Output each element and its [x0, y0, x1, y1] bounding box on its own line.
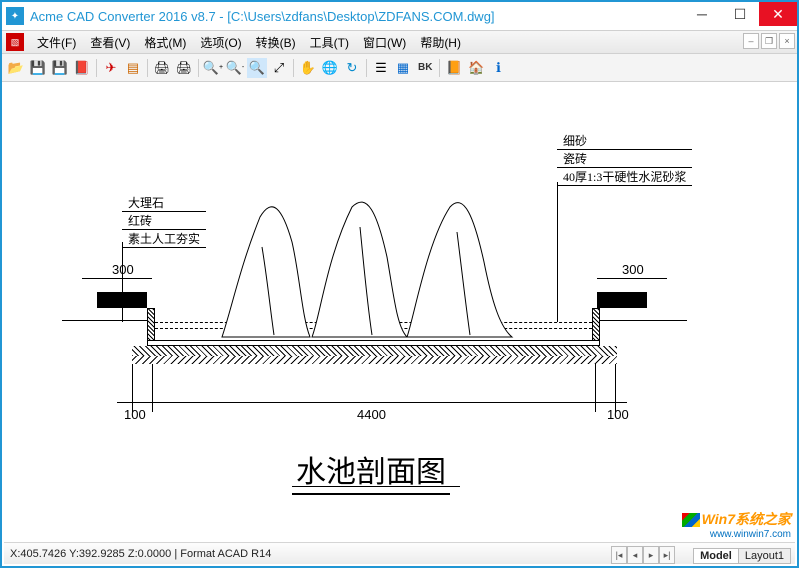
label-sutu: 素土人工夯实: [122, 230, 206, 248]
flag-icon: [682, 513, 700, 527]
zoom-in-icon[interactable]: 🔍+: [203, 58, 223, 78]
title-underline2: [292, 486, 460, 487]
dim-line-bottom: [117, 402, 627, 403]
label-block-left: 大理石 红砖 素土人工夯实: [122, 194, 206, 248]
label-mortar: 40厚1:3干硬性水泥砂浆: [557, 168, 692, 186]
separator: [147, 59, 148, 77]
rocks-icon: [202, 187, 542, 342]
label-hongzhuan: 红砖: [122, 212, 206, 230]
ext-line-3: [595, 364, 596, 412]
menu-view[interactable]: 查看(V): [83, 34, 137, 51]
nav-prev-button[interactable]: ◂: [627, 546, 643, 564]
label-block-right: 细砂 瓷砖 40厚1:3干硬性水泥砂浆: [557, 132, 692, 186]
info-icon[interactable]: ℹ: [488, 58, 508, 78]
grid-icon[interactable]: ▦: [393, 58, 413, 78]
dim-left-100: 100: [124, 407, 146, 422]
zoom-extents-icon[interactable]: ⤢: [269, 58, 289, 78]
bk-label[interactable]: BK: [415, 62, 435, 73]
dim-left-300: 300: [112, 262, 134, 277]
menu-convert[interactable]: 转换(B): [249, 34, 303, 51]
app-indicator-icon: ▧: [6, 33, 24, 51]
watermark-main: Win7系统之家: [702, 511, 791, 527]
watermark-sub: www.winwin7.com: [682, 529, 791, 540]
print-icon[interactable]: 🖨: [174, 58, 194, 78]
tab-model[interactable]: Model: [693, 548, 739, 564]
toolbar: 📂 💾 💾 📕 ✈ ▤ 🖨 🖨 🔍+ 🔍- 🔍 ⤢ ✋ 🌐 ↻ ☰ ▦ BK 📙…: [2, 54, 797, 82]
label-daili: 大理石: [122, 194, 206, 212]
separator: [96, 59, 97, 77]
menu-tools[interactable]: 工具(T): [303, 34, 356, 51]
menubar: ▧ 文件(F) 查看(V) 格式(M) 选项(O) 转换(B) 工具(T) 窗口…: [2, 30, 797, 54]
leader-left: [122, 242, 123, 322]
menu-file[interactable]: 文件(F): [30, 34, 83, 51]
titlebar-text: Acme CAD Converter 2016 v8.7 - [C:\Users…: [30, 9, 495, 24]
minimize-button[interactable]: ─: [683, 2, 721, 26]
drawing-canvas[interactable]: 大理石 红砖 素土人工夯实 细砂 瓷砖 40厚1:3干硬性水泥砂浆 300 30…: [2, 82, 797, 528]
refresh-icon[interactable]: ↻: [342, 58, 362, 78]
status-text: X:405.7426 Y:392.9285 Z:0.0000 | Format …: [10, 548, 271, 560]
nav-buttons: |◂ ◂ ▸ ▸|: [611, 546, 675, 564]
layers-icon[interactable]: ☰: [371, 58, 391, 78]
label-cizhuan: 瓷砖: [557, 150, 692, 168]
separator: [366, 59, 367, 77]
cope-right: [597, 292, 647, 308]
titlebar: ✦ Acme CAD Converter 2016 v8.7 - [C:\Use…: [2, 2, 797, 30]
dim-right-300: 300: [622, 262, 644, 277]
pan-icon[interactable]: ✋: [298, 58, 318, 78]
leader-right: [557, 182, 558, 322]
layout-tabs: Model Layout1: [694, 548, 791, 564]
book-icon[interactable]: 📙: [444, 58, 464, 78]
tab-layout[interactable]: Layout1: [738, 548, 791, 564]
mdi-controls: – ❐ ×: [743, 33, 795, 49]
ground-right: [597, 320, 687, 321]
drawing-title: 水池剖面图: [292, 447, 450, 495]
globe-icon[interactable]: 🌐: [320, 58, 340, 78]
hatch-layer: [132, 346, 617, 356]
cope-left: [97, 292, 147, 308]
app-icon: ✦: [6, 7, 24, 25]
statusbar: X:405.7426 Y:392.9285 Z:0.0000 | Format …: [4, 542, 795, 564]
dim-4400: 4400: [357, 407, 386, 422]
menu-help[interactable]: 帮助(H): [413, 34, 468, 51]
ext-line-1: [132, 364, 133, 412]
close-button[interactable]: ✕: [759, 2, 797, 26]
home-icon[interactable]: 🏠: [466, 58, 486, 78]
open-icon[interactable]: 📂: [6, 58, 26, 78]
menu-format[interactable]: 格式(M): [137, 34, 193, 51]
menu-options[interactable]: 选项(O): [193, 34, 248, 51]
ext-line-2: [152, 364, 153, 412]
wall-right: [592, 308, 600, 344]
mdi-minimize-button[interactable]: –: [743, 33, 759, 49]
batch-icon[interactable]: ▤: [123, 58, 143, 78]
pdf-icon[interactable]: 📕: [72, 58, 92, 78]
maximize-button[interactable]: ☐: [721, 2, 759, 26]
zoom-out-icon[interactable]: 🔍-: [225, 58, 245, 78]
dim-line-right: [597, 278, 667, 279]
nav-next-button[interactable]: ▸: [643, 546, 659, 564]
mdi-close-button[interactable]: ×: [779, 33, 795, 49]
bird-icon[interactable]: ✈: [101, 58, 121, 78]
label-xisha: 细砂: [557, 132, 692, 150]
hatch-layer2: [132, 356, 617, 364]
save-red-icon[interactable]: 💾: [50, 58, 70, 78]
zoom-window-icon[interactable]: 🔍: [247, 58, 267, 78]
mdi-restore-button[interactable]: ❐: [761, 33, 777, 49]
window-controls: ─ ☐ ✕: [683, 2, 797, 26]
print-preview-icon[interactable]: 🖨: [152, 58, 172, 78]
dim-right-100: 100: [607, 407, 629, 422]
dim-line-left: [82, 278, 152, 279]
ground-left: [62, 320, 152, 321]
wall-left: [147, 308, 155, 344]
separator: [293, 59, 294, 77]
menu-window[interactable]: 窗口(W): [356, 34, 413, 51]
nav-last-button[interactable]: ▸|: [659, 546, 675, 564]
ext-line-4: [615, 364, 616, 412]
nav-first-button[interactable]: |◂: [611, 546, 627, 564]
separator: [439, 59, 440, 77]
save-icon[interactable]: 💾: [28, 58, 48, 78]
watermark: Win7系统之家 www.winwin7.com: [682, 509, 791, 540]
separator: [198, 59, 199, 77]
